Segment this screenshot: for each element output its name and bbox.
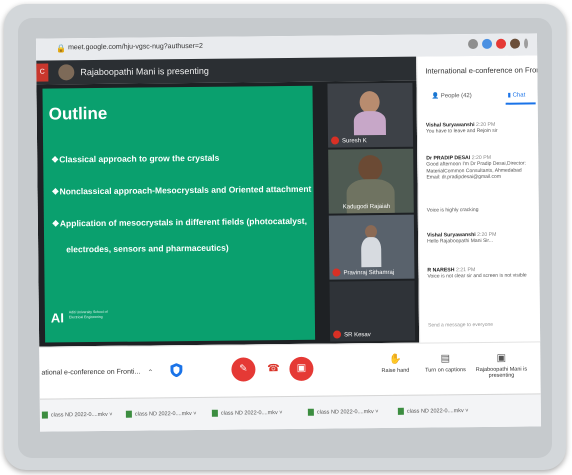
slide-bullet: ❖Application of mesocrystals in differen… (51, 215, 307, 229)
chat-message: Vishal Suryawanshi 2:20 PM Hello Rajaboo… (427, 231, 537, 245)
participant-name: SR Kesav (344, 332, 371, 339)
chat-icon: ▮ (507, 92, 511, 99)
download-item[interactable]: class ND 2022-0....mkv ˅ (307, 408, 379, 416)
camera-toggle-button[interactable]: ▣ (289, 356, 314, 381)
chat-message: R NARESH 2:21 PM Voice is not clear sir … (427, 266, 537, 280)
slide-bullet: ❖Classical approach to grow the crystals (51, 152, 220, 165)
tab-chat[interactable]: ▮ Chat (508, 92, 526, 99)
download-item[interactable]: class ND 2022-0....mkv ˅ (41, 411, 113, 419)
chat-text: Voice is highly cracking (426, 207, 479, 214)
file-icon (41, 411, 48, 419)
address-bar[interactable]: meet.google.com/hju-vgsc-nug?authuser=2 (68, 43, 203, 51)
mic-toggle-button[interactable]: ✎ (231, 357, 256, 382)
diamond-bullet-icon: ❖ (51, 218, 60, 229)
participant-name: Suresh K (342, 138, 367, 145)
meeting-badge: C (36, 63, 49, 82)
participant-tile[interactable]: Pravinraj Sithamraj (328, 214, 415, 280)
people-icon: 👤 (431, 93, 440, 100)
tab-indicator (505, 102, 536, 105)
menu-icon[interactable] (523, 38, 529, 49)
diamond-bullet-icon: ❖ (51, 154, 59, 165)
chat-text: Voice is not clear sir and screen is not… (427, 272, 527, 280)
chat-text: Hello Rajaboopathi Mani Sir... (427, 237, 494, 245)
meeting-controls: ational e-conference on Fronti... ⌃ ✎ ☎ … (39, 341, 541, 400)
chat-text: Good afternoon I'm Dr Pradip Desai,Direc… (426, 160, 526, 181)
mic-muted-icon (332, 268, 341, 277)
tab-people[interactable]: 👤 People (42) (432, 92, 472, 99)
meeting-details[interactable]: ational e-conference on Fronti... (41, 369, 140, 377)
presenting-banner: Rajaboopathi Mani is presenting (80, 65, 209, 78)
camera-off-icon: ▣ (296, 362, 307, 374)
end-call-button[interactable]: ☎ (261, 357, 285, 381)
captions-icon: ▤ (440, 353, 451, 365)
file-icon (307, 408, 314, 416)
meeting-title: International e-conference on Front (425, 65, 542, 76)
mic-off-icon: ✎ (239, 363, 248, 375)
shield-icon[interactable] (170, 363, 183, 378)
chat-message: Vishal Suryawanshi 2:20 PM You have to l… (426, 121, 536, 135)
participant-name: Pravinraj Sithamraj (343, 269, 395, 277)
chevron-up-icon[interactable]: ⌃ (147, 368, 153, 376)
slide-bullet: ❖Nonclassical approach-Mesocrystals and … (51, 183, 312, 197)
participant-tile[interactable]: SR Kesav (329, 280, 416, 342)
hangup-icon: ☎ (267, 363, 280, 375)
diamond-bullet-icon: ❖ (51, 186, 60, 197)
presentation-slide: Outline ❖Classical approach to grow the … (42, 85, 316, 343)
file-icon (125, 410, 132, 418)
file-icon (397, 407, 404, 415)
participant-tile[interactable]: Kadugodi Rajaiah (328, 148, 414, 214)
university-logo-text: Aditi University School of Electrical En… (68, 309, 108, 319)
chat-input[interactable]: Send a message to everyone (428, 322, 493, 329)
captions-button[interactable]: ▤ Turn on captions (415, 353, 475, 374)
present-icon: ▣ (496, 352, 507, 364)
presenter-avatar (58, 64, 75, 81)
download-item[interactable]: class ND 2022-0....mkv ˅ (125, 410, 197, 418)
meeting-stage: Outline ❖Classical approach to grow the … (36, 80, 420, 347)
download-item[interactable]: class ND 2022-0....mkv ˅ (211, 409, 283, 417)
presenting-button[interactable]: ▣ Rajaboopathi Mani is presenting (471, 352, 531, 379)
mic-muted-icon (330, 136, 340, 145)
university-logo: AI (50, 310, 64, 326)
slide-bullet-continuation: electrodes, sensors and pharmaceutics) (66, 242, 229, 255)
screen: 🔒 meet.google.com/hju-vgsc-nug?authuser=… (35, 33, 542, 432)
chat-text: You have to leave and Rejoin sir (425, 127, 498, 135)
chat-message: Voice is highly cracking (427, 206, 537, 214)
file-icon (211, 409, 218, 417)
extension-icon[interactable] (467, 39, 479, 50)
participant-video (359, 91, 380, 114)
participant-name: Kadugodi Rajaiah (342, 203, 391, 211)
extension-icon[interactable] (495, 38, 507, 49)
profile-avatar[interactable] (509, 38, 521, 49)
chat-message: Dr PRADIP DESAI 2:20 PM Good afternoon I… (426, 154, 536, 181)
mic-muted-icon (333, 330, 342, 339)
downloads-bar: class ND 2022-0....mkv ˅ class ND 2022-0… (39, 393, 542, 432)
download-item[interactable]: class ND 2022-0....mkv ˅ (397, 407, 469, 415)
participant-tile[interactable]: Suresh K (327, 82, 414, 148)
extension-icon[interactable] (481, 38, 493, 49)
lock-icon: 🔒 (56, 44, 67, 54)
slide-heading: Outline (48, 103, 108, 124)
side-panel: International e-conference on Front 👤 Pe… (416, 55, 542, 343)
participant-video (358, 155, 383, 182)
